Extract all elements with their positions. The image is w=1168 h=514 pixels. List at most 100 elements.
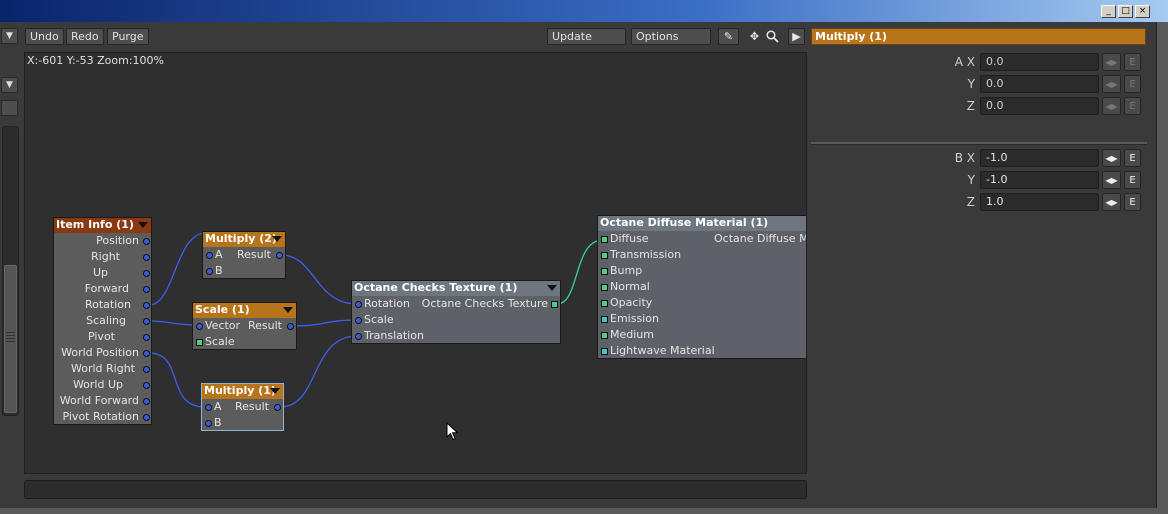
wire-scale-to-checks-scale	[292, 319, 358, 327]
edit-tool-button[interactable]: ✎	[718, 28, 739, 45]
node-canvas[interactable]: X:-601 Y:-53 Zoom:100% Item Info (1) Pos…	[24, 52, 807, 474]
output-port[interactable]	[143, 238, 150, 245]
input-port[interactable]	[355, 333, 362, 340]
input-port[interactable]	[205, 404, 212, 411]
node-octane-diffuse-material[interactable]: Octane Diffuse Material (1) Diffuse Octan…	[597, 215, 806, 359]
input-port[interactable]	[206, 268, 213, 275]
zoom-tool-button[interactable]	[764, 28, 781, 45]
a-y-stepper[interactable]: ◀▶	[1102, 75, 1121, 93]
output-port[interactable]	[143, 302, 150, 309]
a-z-envelope-button[interactable]: E	[1124, 97, 1141, 115]
node-menu-triangle-icon[interactable]	[270, 388, 280, 394]
output-port[interactable]	[143, 414, 150, 421]
node-menu-triangle-icon[interactable]	[547, 285, 557, 291]
node-header[interactable]: Scale (1)	[193, 303, 296, 318]
vertical-scrollbar[interactable]	[2, 126, 19, 416]
output-port[interactable]	[287, 323, 294, 330]
output-port[interactable]	[276, 252, 283, 259]
a-y-envelope-button[interactable]: E	[1124, 75, 1141, 93]
output-port[interactable]	[143, 366, 150, 373]
node-header[interactable]: Octane Diffuse Material (1)	[598, 216, 806, 231]
node-item-info[interactable]: Item Info (1) Position Right Up Forward …	[53, 217, 152, 425]
input-port[interactable]	[196, 339, 203, 346]
node-multiply-1[interactable]: Multiply (1) A Result B	[201, 383, 284, 431]
input-port[interactable]	[205, 420, 212, 427]
wire-worldposition-to-multiply1-a	[148, 352, 206, 408]
b-y-stepper[interactable]: ◀▶	[1102, 171, 1121, 189]
node-multiply-2[interactable]: Multiply (2) A Result B	[202, 231, 286, 279]
input-port[interactable]	[601, 332, 608, 339]
options-button[interactable]: Options	[631, 28, 711, 45]
input-port[interactable]	[601, 348, 608, 355]
input-port[interactable]	[601, 268, 608, 275]
input-port[interactable]	[196, 323, 203, 330]
output-pivot-rotation: Pivot Rotation	[54, 409, 151, 425]
node-scale-1[interactable]: Scale (1) Vector Result Scale	[192, 302, 297, 350]
output-world-right: World Right	[54, 361, 151, 377]
output-port[interactable]	[143, 270, 150, 277]
list-field[interactable]	[1, 100, 18, 116]
b-x-envelope-button[interactable]: E	[1124, 149, 1141, 167]
input-port[interactable]	[601, 300, 608, 307]
output-port[interactable]	[143, 334, 150, 341]
input-port[interactable]	[601, 236, 608, 243]
pan-tool-button[interactable]: ✥	[746, 28, 763, 45]
output-port[interactable]	[274, 404, 281, 411]
output-up: Up	[54, 265, 151, 281]
b-y-field[interactable]: -1.0	[980, 171, 1099, 189]
node-header[interactable]: Multiply (1)	[202, 384, 283, 399]
close-button[interactable]: ×	[1135, 5, 1150, 18]
input-lightwave-material-row: Lightwave Material	[598, 343, 806, 359]
output-port[interactable]	[143, 398, 150, 405]
list-dropdown-button[interactable]: ▼	[1, 77, 18, 93]
b-x-field[interactable]: -1.0	[980, 149, 1099, 167]
a-x-stepper[interactable]: ◀▶	[1102, 53, 1121, 71]
b-z-envelope-button[interactable]: E	[1124, 193, 1141, 211]
input-port[interactable]	[601, 316, 608, 323]
a-x-field[interactable]: 0.0	[980, 53, 1099, 71]
b-y-envelope-button[interactable]: E	[1124, 171, 1141, 189]
node-header[interactable]: Item Info (1)	[54, 218, 151, 233]
node-menu-triangle-icon[interactable]	[138, 222, 148, 228]
input-port[interactable]	[355, 317, 362, 324]
input-port[interactable]	[355, 301, 362, 308]
input-transmission-row: Transmission	[598, 247, 806, 263]
output-port[interactable]	[143, 286, 150, 293]
node-menu-triangle-icon[interactable]	[283, 307, 293, 313]
input-port[interactable]	[601, 284, 608, 291]
a-y-field[interactable]: 0.0	[980, 75, 1099, 93]
expand-panel-button[interactable]: ▶	[788, 28, 805, 45]
a-x-envelope-button[interactable]: E	[1124, 53, 1141, 71]
undo-button[interactable]: Undo	[25, 28, 64, 45]
b-x-stepper[interactable]: ◀▶	[1102, 149, 1121, 167]
horizontal-scrollbar[interactable]	[24, 480, 807, 499]
a-z-field[interactable]: 0.0	[980, 97, 1099, 115]
wire-rotation-to-multiply2-a	[148, 232, 207, 306]
menu-dropdown-button[interactable]: ▼	[1, 28, 18, 44]
minimize-button[interactable]: _	[1101, 5, 1116, 18]
input-port[interactable]	[601, 252, 608, 259]
node-header[interactable]: Multiply (2)	[203, 232, 285, 247]
output-port[interactable]	[143, 350, 150, 357]
a-z-stepper[interactable]: ◀▶	[1102, 97, 1121, 115]
output-port[interactable]	[143, 254, 150, 261]
input-port[interactable]	[206, 252, 213, 259]
chevron-down-icon: ▼	[6, 31, 13, 41]
output-port[interactable]	[551, 301, 558, 308]
node-header[interactable]: Octane Checks Texture (1)	[352, 281, 560, 296]
param-label: Z	[966, 99, 975, 113]
redo-button[interactable]: Redo	[66, 28, 104, 45]
stepper-arrows-icon: ◀▶	[1105, 79, 1118, 89]
output-right: Right	[54, 249, 151, 265]
node-menu-triangle-icon[interactable]	[272, 236, 282, 242]
b-z-stepper[interactable]: ◀▶	[1102, 193, 1121, 211]
node-octane-checks-texture[interactable]: Octane Checks Texture (1) Rotation Octane…	[351, 280, 561, 344]
purge-button[interactable]: Purge	[107, 28, 149, 45]
update-button[interactable]: Update	[547, 28, 626, 45]
b-z-field[interactable]: 1.0	[980, 193, 1099, 211]
vertical-scroll-thumb[interactable]	[4, 265, 17, 413]
param-label: A X	[954, 55, 975, 69]
output-port[interactable]	[143, 382, 150, 389]
maximize-button[interactable]: □	[1118, 5, 1133, 18]
output-port[interactable]	[143, 318, 150, 325]
